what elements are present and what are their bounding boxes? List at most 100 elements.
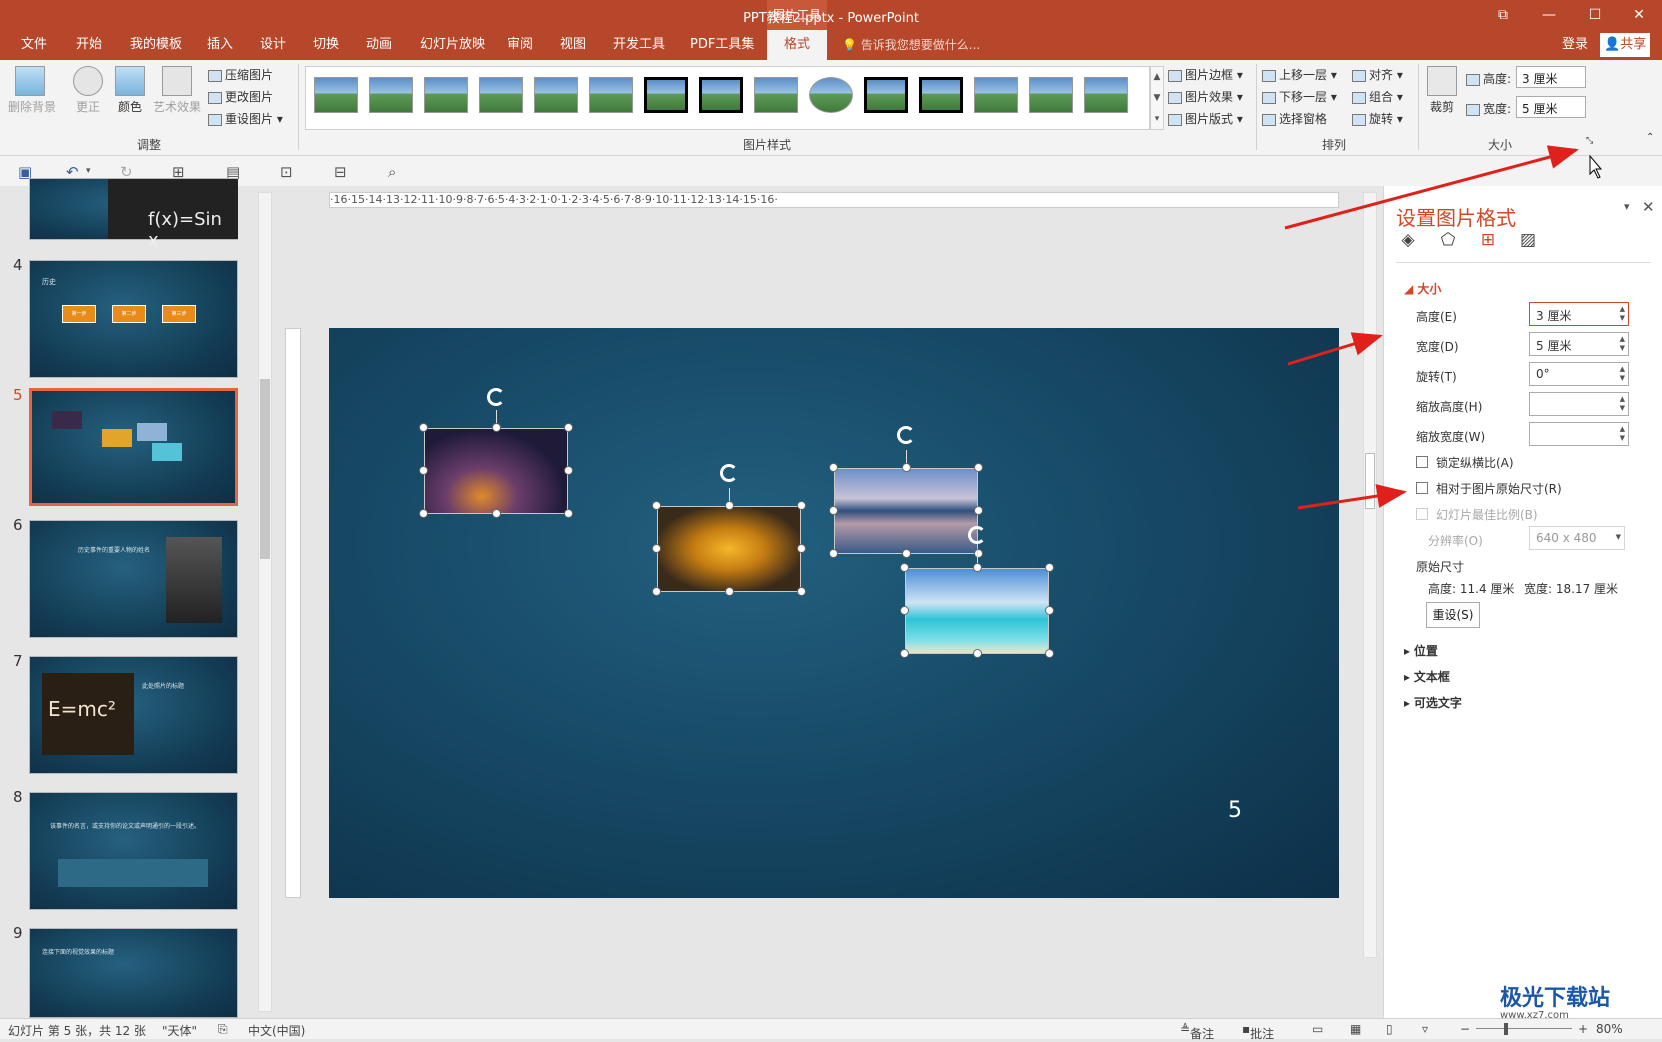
zoom-in-icon[interactable]: + <box>1578 1022 1588 1036</box>
resize-handle[interactable] <box>973 649 982 658</box>
bring-forward-button[interactable]: 上移一层 ▾ <box>1262 66 1337 83</box>
picture-layout-button[interactable]: 图片版式 ▾ <box>1168 110 1243 127</box>
resize-handle[interactable] <box>902 463 911 472</box>
ribbon-height-input[interactable]: 3 厘米 <box>1516 66 1586 88</box>
zoom-slider[interactable] <box>1476 1028 1572 1029</box>
zoom-slider-thumb[interactable] <box>1504 1023 1508 1035</box>
spellcheck-icon[interactable]: ⎘ <box>218 1022 228 1037</box>
resize-handle[interactable] <box>652 501 661 510</box>
pane-close-icon[interactable]: ✕ <box>1642 198 1655 216</box>
compress-pictures-button[interactable]: 压缩图片 <box>208 66 273 83</box>
resize-handle[interactable] <box>797 501 806 510</box>
resize-handle[interactable] <box>725 501 734 510</box>
tab-file[interactable]: 文件 <box>17 30 51 60</box>
normal-view-icon[interactable]: ▭ <box>1312 1022 1323 1036</box>
share-button[interactable]: 👤共享 <box>1600 33 1651 57</box>
notes-button[interactable]: ≜ 备注 <box>1180 1022 1214 1041</box>
tab-format[interactable]: 格式 <box>767 30 827 61</box>
resize-handle[interactable] <box>974 549 983 558</box>
resize-handle[interactable] <box>1045 649 1054 658</box>
picture-style-thumb[interactable] <box>1029 77 1073 113</box>
slide-thumbnail-7[interactable]: E=mc² 此处照片的标题 <box>29 656 238 774</box>
best-scale-checkbox[interactable] <box>1416 508 1428 520</box>
resize-handle[interactable] <box>900 649 909 658</box>
picture-style-thumb[interactable] <box>974 77 1018 113</box>
rotate-handle-icon[interactable] <box>897 426 915 444</box>
rotate-handle-icon[interactable] <box>720 464 738 482</box>
fill-line-tab-icon[interactable]: ◈ <box>1396 230 1420 254</box>
picture-tab-icon[interactable]: ▨ <box>1516 230 1540 254</box>
slide-thumbnail-6[interactable]: 历史事件的重要人物的姓名 <box>29 520 238 638</box>
tab-review[interactable]: 审阅 <box>503 30 537 60</box>
size-dialog-launcher-icon[interactable]: ⤡ <box>1586 136 1593 146</box>
editor-scrollbar[interactable] <box>1363 192 1377 958</box>
picture-style-thumb[interactable] <box>424 77 468 113</box>
align-button[interactable]: 对齐 ▾ <box>1352 66 1403 83</box>
picture-style-thumb[interactable] <box>479 77 523 113</box>
resize-handle[interactable] <box>652 544 661 553</box>
present-icon[interactable]: ⊡ <box>280 163 293 181</box>
resize-handle[interactable] <box>974 506 983 515</box>
resize-handle[interactable] <box>564 509 573 518</box>
lock-aspect-checkbox[interactable] <box>1416 456 1428 468</box>
resize-handle[interactable] <box>419 509 428 518</box>
resize-handle[interactable] <box>419 466 428 475</box>
size-section-header[interactable]: ◢ 大小 <box>1404 280 1441 297</box>
gallery-expand-icon[interactable]: ▾ <box>1151 109 1163 130</box>
scrollbar-thumb[interactable] <box>260 379 270 559</box>
position-section-header[interactable]: ▸ 位置 <box>1404 642 1438 659</box>
reset-size-button[interactable]: 重设(S) <box>1426 602 1480 628</box>
resize-handle[interactable] <box>1045 606 1054 615</box>
reset-picture-button[interactable]: 重设图片 ▾ <box>208 110 283 127</box>
selection-pane-button[interactable]: 选择窗格 <box>1262 110 1327 127</box>
send-backward-button[interactable]: 下移一层 ▾ <box>1262 88 1337 105</box>
picture-style-thumb[interactable] <box>644 77 688 113</box>
picture-border-button[interactable]: 图片边框 ▾ <box>1168 66 1243 83</box>
resize-handle[interactable] <box>973 563 982 572</box>
spinner-arrows-icon[interactable]: ▲ ▼ <box>1620 395 1625 413</box>
resize-handle[interactable] <box>829 549 838 558</box>
height-input[interactable]: 3 厘米 ▲ ▼ <box>1529 302 1629 326</box>
ribbon-display-options-icon[interactable]: ⧉ <box>1480 0 1526 30</box>
picture-style-thumb[interactable] <box>314 77 358 113</box>
spinner-arrows-icon[interactable]: ▲ ▼ <box>1620 425 1625 443</box>
picture-style-thumb[interactable] <box>1084 77 1128 113</box>
slideshow-view-icon[interactable]: ▿ <box>1422 1022 1428 1036</box>
collapse-ribbon-icon[interactable]: ⌃ <box>1646 132 1654 143</box>
reading-view-icon[interactable]: ▯ <box>1386 1022 1393 1036</box>
textbox-section-header[interactable]: ▸ 文本框 <box>1404 668 1450 685</box>
picture-style-thumb[interactable] <box>809 77 853 113</box>
width-input[interactable]: 5 厘米 ▲ ▼ <box>1529 332 1629 356</box>
resize-handle[interactable] <box>829 463 838 472</box>
corrections-button[interactable]: 更正 <box>70 66 106 115</box>
slide-thumbnail-4[interactable]: 历史 第一步 第二步 第三步 <box>29 260 238 378</box>
slide-sorter-icon[interactable]: ▦ <box>1350 1022 1361 1036</box>
color-button[interactable]: 颜色 <box>112 66 148 115</box>
rotate-handle-icon[interactable] <box>968 526 986 544</box>
resize-handle[interactable] <box>652 587 661 596</box>
resize-handle[interactable] <box>725 587 734 596</box>
resize-handle[interactable] <box>900 606 909 615</box>
size-properties-tab-icon[interactable]: ⊞ <box>1476 230 1500 254</box>
picture-style-thumb[interactable] <box>534 77 578 113</box>
zoom-out-icon[interactable]: − <box>1460 1022 1470 1036</box>
resize-handle[interactable] <box>564 466 573 475</box>
rotate-handle-icon[interactable] <box>487 388 505 406</box>
thumbnail-scrollbar[interactable] <box>258 192 272 1012</box>
close-button[interactable]: ✕ <box>1616 0 1662 30</box>
rotation-input[interactable]: 0° ▲ ▼ <box>1529 362 1629 386</box>
tab-my-templates[interactable]: 我的模板 <box>126 30 186 60</box>
change-picture-button[interactable]: 更改图片 <box>208 88 273 105</box>
resize-handle[interactable] <box>902 549 911 558</box>
tropical-beach-picture[interactable] <box>905 568 1049 654</box>
scrollbar-thumb[interactable] <box>1365 453 1375 509</box>
picture-style-thumb[interactable] <box>699 77 743 113</box>
crop-button[interactable]: 裁剪 <box>1424 66 1460 115</box>
autumn-leaf-picture[interactable] <box>657 506 801 592</box>
slide-thumbnail-5[interactable] <box>29 388 238 506</box>
resize-handle[interactable] <box>492 509 501 518</box>
city-night-picture[interactable] <box>424 428 568 514</box>
picture-effects-button[interactable]: 图片效果 ▾ <box>1168 88 1243 105</box>
chevron-up-icon[interactable]: ▲ <box>1151 67 1163 88</box>
picture-style-thumb[interactable] <box>754 77 798 113</box>
